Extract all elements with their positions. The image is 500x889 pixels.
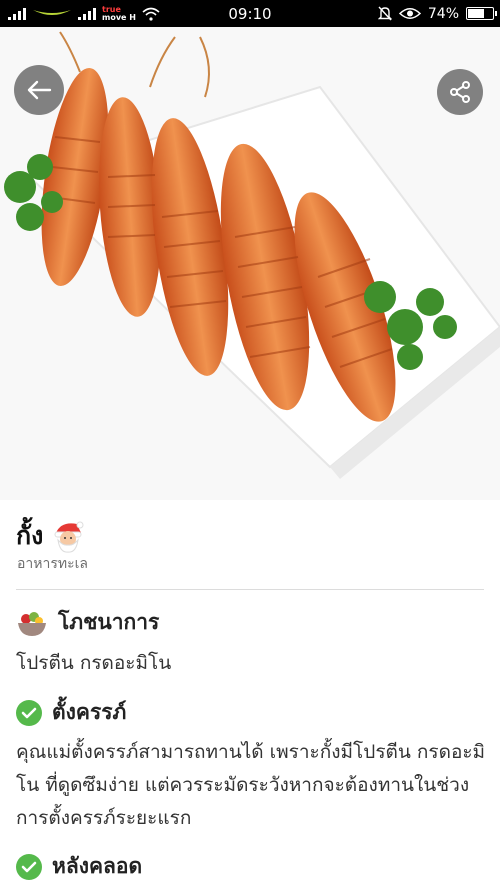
share-icon — [450, 81, 470, 103]
check-circle-icon-2 — [16, 853, 42, 880]
pregnant-title: ตั้งครรภ์ — [52, 700, 127, 724]
back-button[interactable] — [14, 65, 64, 115]
food-photo — [0, 27, 500, 500]
mantis-shrimp-photo — [0, 27, 500, 500]
salad-bowl-icon — [18, 611, 46, 636]
pregnant-text: คุณแม่ตั้งครรภ์สามารถทานได้ เพราะกั้งมีโ… — [16, 741, 486, 829]
nutrition-title: โภชนาการ — [58, 610, 160, 634]
bell-off-icon — [377, 6, 392, 21]
battery-icon — [466, 7, 497, 20]
title-row: กั้ง — [16, 516, 85, 556]
check-circle-icon — [16, 699, 42, 726]
divider — [16, 589, 484, 590]
eye-icon — [398, 8, 421, 19]
postpartum-title: หลังคลอด — [52, 854, 143, 878]
santa-emoji-icon — [54, 521, 84, 553]
nutrition-text: โปรตีน กรดอะมิโน — [16, 652, 172, 674]
share-button[interactable] — [437, 69, 483, 115]
status-bar-right: 74% — [377, 0, 497, 27]
pregnant-header: ตั้งครรภ์ — [16, 696, 126, 729]
arrow-left-icon — [27, 80, 52, 100]
postpartum-header: หลังคลอด — [16, 850, 142, 883]
status-bar: true move H 09:10 74% — [0, 0, 500, 27]
battery-percent: 74% — [427, 5, 459, 22]
food-category: อาหารทะเล — [17, 556, 88, 572]
battery-level — [468, 9, 485, 18]
nutrition-header: โภชนาการ — [16, 606, 159, 639]
food-name: กั้ง — [16, 521, 44, 550]
